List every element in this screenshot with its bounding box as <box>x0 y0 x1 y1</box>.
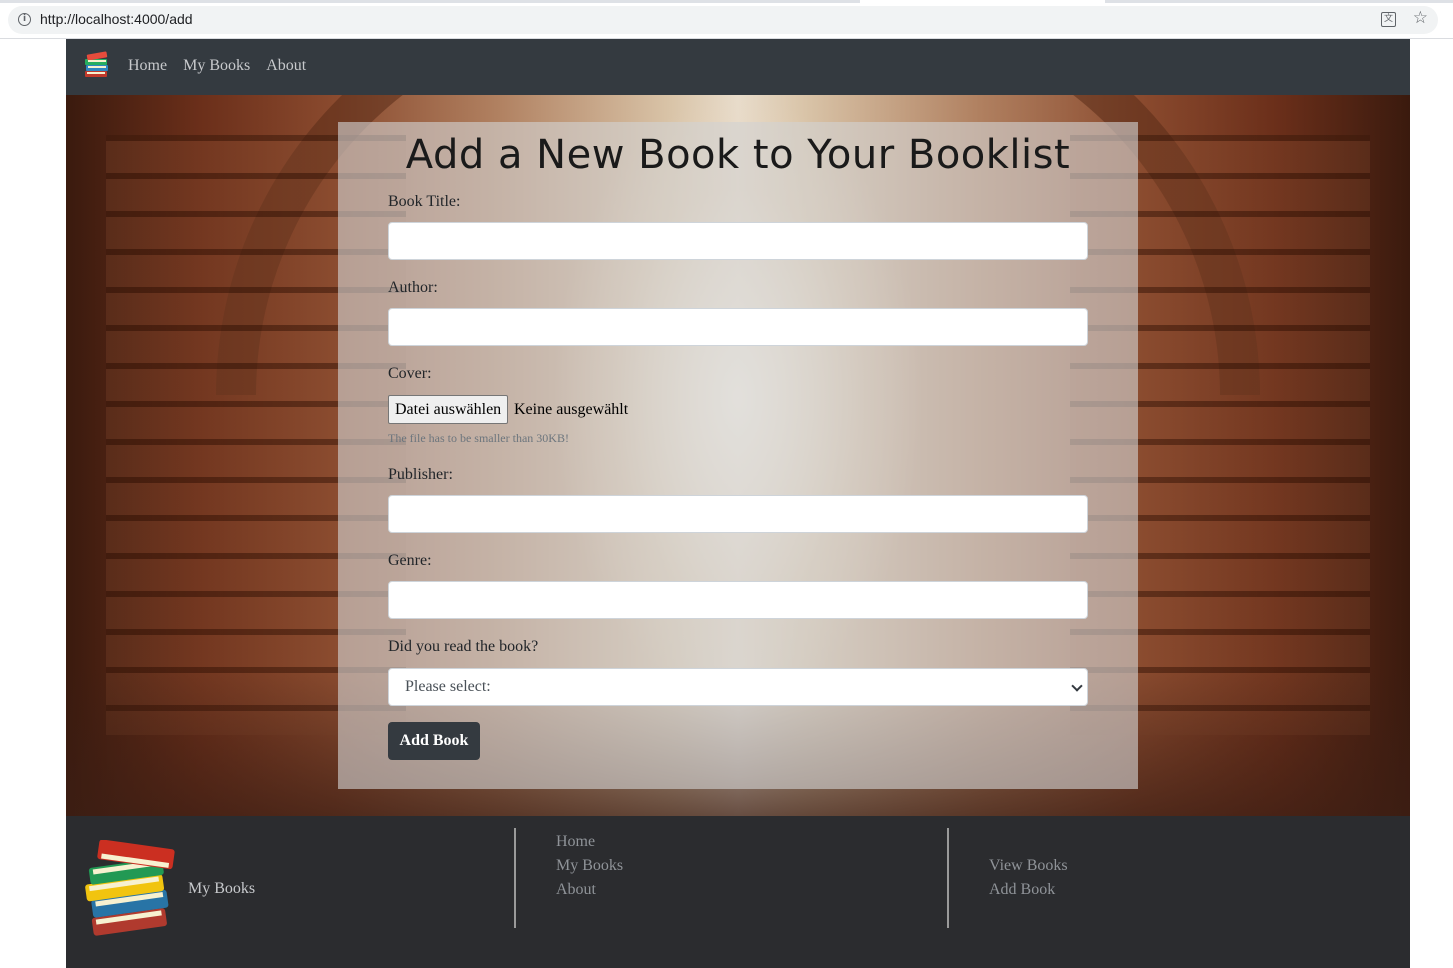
footer-divider <box>514 828 516 928</box>
footer-divider <box>947 828 949 928</box>
tab-strip <box>0 0 1453 3</box>
page: Home My Books About Add a New Book to Yo… <box>66 39 1410 968</box>
genre-input[interactable] <box>388 581 1088 619</box>
publisher-label: Publisher: <box>388 466 453 483</box>
add-book-button[interactable]: Add Book <box>388 722 480 760</box>
url-text[interactable]: http://localhost:4000/add <box>40 11 193 27</box>
choose-file-button[interactable]: Datei auswählen <box>388 395 509 424</box>
nav-link-my-books[interactable]: My Books <box>183 57 250 75</box>
hero-background: Add a New Book to Your Booklist Book Tit… <box>66 95 1410 816</box>
chevron-down-icon <box>1071 680 1083 692</box>
navbar: Home My Books About <box>66 39 1410 95</box>
footer-book-links: View Books Add Book <box>989 856 1068 899</box>
footer: My Books Home My Books About View Books … <box>66 816 1410 968</box>
footer-link-add-book[interactable]: Add Book <box>989 880 1068 899</box>
add-book-form: Add a New Book to Your Booklist Book Tit… <box>338 122 1138 789</box>
file-status: Keine ausgewählt <box>514 401 629 418</box>
genre-label: Genre: <box>388 552 432 569</box>
translate-icon[interactable]: 文 <box>1381 12 1396 27</box>
book-title-label: Book Title: <box>388 193 461 210</box>
form-title: Add a New Book to Your Booklist <box>405 132 1071 178</box>
info-icon[interactable]: i <box>18 13 31 26</box>
book-title-input[interactable] <box>388 222 1088 260</box>
file-size-hint: The file has to be smaller than 30KB! <box>388 431 569 445</box>
nav-link-home[interactable]: Home <box>128 57 167 75</box>
footer-link-view-books[interactable]: View Books <box>989 856 1068 875</box>
read-status-select[interactable]: Please select: <box>388 668 1088 706</box>
footer-link-home[interactable]: Home <box>556 832 623 851</box>
book-stack-icon[interactable] <box>82 51 112 81</box>
footer-link-my-books[interactable]: My Books <box>556 856 623 875</box>
read-status-value: Please select: <box>405 678 491 695</box>
footer-brand[interactable]: My Books <box>188 880 255 898</box>
browser-toolbar: i http://localhost:4000/add 文 ☆ <box>0 0 1453 39</box>
read-status-label: Did you read the book? <box>388 638 539 655</box>
book-stack-icon[interactable] <box>84 840 184 940</box>
nav-links: Home My Books About <box>128 57 306 75</box>
author-input[interactable] <box>388 308 1088 346</box>
publisher-input[interactable] <box>388 495 1088 533</box>
footer-nav-links: Home My Books About <box>556 832 623 899</box>
nav-link-about[interactable]: About <box>266 57 306 75</box>
footer-link-about[interactable]: About <box>556 880 623 899</box>
cover-label: Cover: <box>388 365 432 382</box>
star-icon[interactable]: ☆ <box>1413 8 1428 28</box>
author-label: Author: <box>388 279 438 296</box>
address-bar[interactable]: i http://localhost:4000/add 文 ☆ <box>8 6 1438 34</box>
